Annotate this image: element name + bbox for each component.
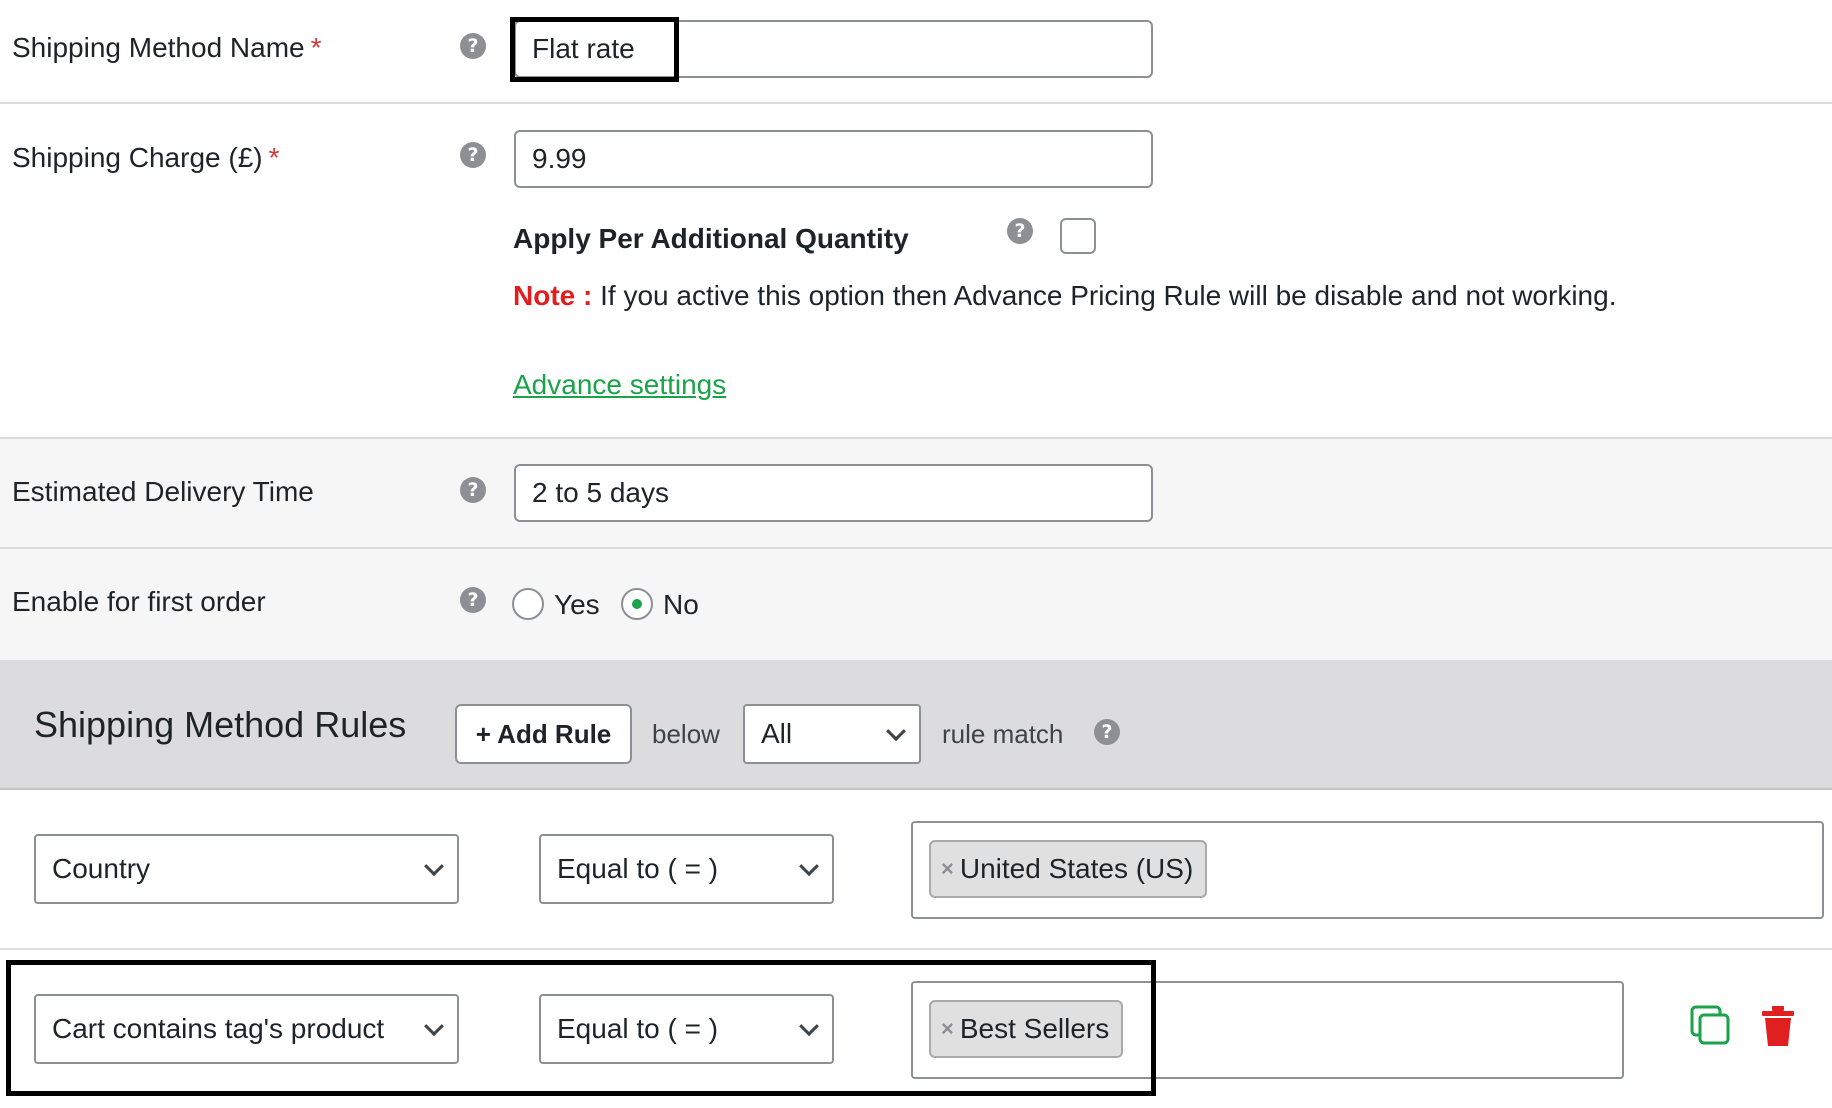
- rules-title: Shipping Method Rules: [34, 704, 407, 745]
- rule-operator-select[interactable]: Equal to ( = ): [539, 834, 834, 904]
- question-circle-icon[interactable]: ?: [1007, 218, 1033, 244]
- rule-operator-value: Equal to ( = ): [557, 853, 719, 884]
- delivery-value: 2 to 5 days: [532, 477, 669, 508]
- question-circle-icon[interactable]: ?: [1094, 719, 1120, 745]
- radio-yes-label: Yes: [554, 589, 600, 620]
- match-select-value: All: [761, 718, 793, 749]
- question-circle-icon[interactable]: ?: [460, 33, 486, 59]
- charge-value: 9.99: [532, 143, 587, 174]
- advance-settings-link[interactable]: Advance settings: [513, 369, 726, 401]
- first-order-row: Enable for first order ? Yes No: [0, 549, 1832, 662]
- question-circle-icon[interactable]: ?: [460, 142, 486, 168]
- per-quantity-label: Apply Per Additional Quantity: [513, 223, 909, 254]
- delivery-label: Estimated Delivery Time: [12, 476, 314, 507]
- chevron-down-icon: [799, 856, 819, 877]
- radio-yes[interactable]: [512, 588, 544, 620]
- rule-match-text: rule match: [942, 719, 1064, 749]
- method-name-row: Shipping Method Name * ? Flat rate: [0, 0, 1832, 104]
- charge-input[interactable]: 9.99: [514, 130, 1153, 188]
- charge-row: Shipping Charge (£) * ? 9.99 Apply Per Ad…: [0, 104, 1832, 439]
- chevron-down-icon: [886, 721, 906, 742]
- pricing-note: Note : If you active this option then Ad…: [513, 280, 1616, 312]
- rule-value-field[interactable]: × United States (US): [911, 821, 1824, 919]
- below-text: below: [652, 719, 720, 749]
- first-order-label: Enable for first order: [12, 586, 266, 617]
- radio-no-label: No: [663, 589, 699, 620]
- question-circle-icon[interactable]: ?: [460, 587, 486, 613]
- question-circle-icon[interactable]: ?: [460, 477, 486, 503]
- note-prefix: Note :: [513, 280, 593, 311]
- close-icon[interactable]: ×: [941, 856, 954, 882]
- delivery-input[interactable]: 2 to 5 days: [514, 464, 1153, 522]
- value-tag-label: United States (US): [959, 853, 1194, 884]
- add-rule-button[interactable]: + Add Rule: [455, 704, 632, 764]
- highlight-box: [510, 17, 679, 82]
- radio-no[interactable]: [621, 588, 653, 620]
- chevron-down-icon: [424, 856, 444, 877]
- rules-header: Shipping Method Rules + Add Rule below A…: [0, 662, 1832, 790]
- required-mark: *: [310, 32, 322, 63]
- rule-row: Country Equal to ( = ) × United States (…: [0, 790, 1832, 950]
- method-name-label: Shipping Method Name *: [12, 32, 322, 63]
- rule-condition-value: Country: [52, 853, 151, 884]
- trash-icon[interactable]: [1756, 1004, 1800, 1048]
- required-mark: *: [268, 142, 280, 173]
- highlight-box: [6, 960, 1156, 1096]
- rule-condition-select[interactable]: Country: [34, 834, 459, 904]
- note-text: If you active this option then Advance P…: [600, 280, 1617, 311]
- charge-label: Shipping Charge (£) *: [12, 142, 280, 173]
- copy-icon[interactable]: [1689, 1004, 1733, 1048]
- match-select[interactable]: All: [743, 704, 921, 764]
- value-tag: × United States (US): [929, 840, 1208, 898]
- delivery-row: Estimated Delivery Time ? 2 to 5 days: [0, 439, 1832, 549]
- per-quantity-checkbox[interactable]: [1060, 218, 1096, 254]
